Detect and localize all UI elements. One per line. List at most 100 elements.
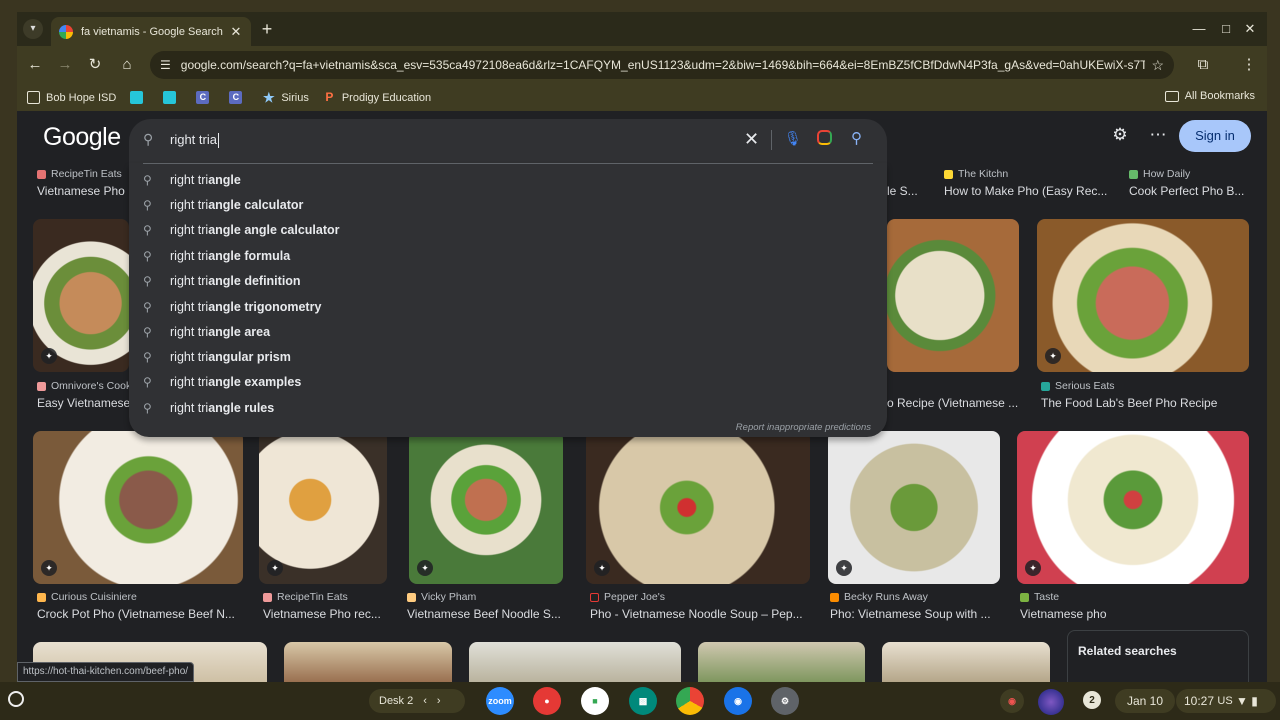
status-area[interactable]: 10:27 US ▼ ▮	[1176, 689, 1276, 713]
bookmark-icon-3[interactable]: C	[196, 91, 215, 104]
clear-search-icon[interactable]: ✕	[744, 129, 759, 150]
forward-button[interactable]: →	[55, 55, 75, 75]
c-letter-icon: C	[196, 91, 210, 104]
chrome-app-icon[interactable]	[676, 687, 704, 715]
apps-grid-icon[interactable]: ⋯	[1147, 125, 1169, 145]
result-image[interactable]: ✦	[1037, 219, 1249, 372]
screen-record-icon[interactable]: ◉	[1000, 689, 1024, 713]
recipe-fork-icon: ✦	[1045, 348, 1061, 364]
bookmark-sirius[interactable]: ★ Sirius	[262, 91, 309, 104]
result-image[interactable]	[698, 642, 865, 682]
reload-button[interactable]: ↻	[85, 55, 105, 75]
extensions-icon[interactable]: ⧉	[1193, 55, 1213, 75]
avatar[interactable]	[1038, 689, 1064, 715]
settings-app-icon[interactable]: ⚙	[771, 687, 799, 715]
result-caption[interactable]: Vietnamese pho	[1020, 607, 1180, 621]
search-icon: ⚲	[143, 324, 152, 339]
search-submit-icon[interactable]: ⚲	[851, 129, 862, 147]
result-image[interactable]: ✦	[33, 219, 129, 372]
result-image[interactable]	[284, 642, 452, 682]
result-image[interactable]: ✦	[409, 431, 563, 584]
suggestion-item[interactable]: ⚲ right triangle trigonometry	[129, 294, 887, 319]
result-image[interactable]: ✦	[259, 431, 387, 584]
related-searches-title: Related searches	[1078, 644, 1177, 658]
result-caption[interactable]: Vietnamese Pho rec...	[263, 607, 393, 621]
maximize-button[interactable]: □	[1219, 21, 1233, 36]
url-text[interactable]: google.com/search?q=fa+vietnamis&sca_esv…	[181, 58, 1146, 72]
calendar-date[interactable]: Jan 10	[1115, 689, 1176, 713]
slides-app-icon[interactable]: ■	[581, 687, 609, 715]
result-caption[interactable]: o Recipe (Vietnamese ...	[887, 396, 1032, 410]
search-icon: ⚲	[143, 248, 152, 263]
bookmark-icon-4[interactable]: C	[229, 91, 248, 104]
result-caption[interactable]: Crock Pot Pho (Vietnamese Beef N...	[37, 607, 242, 621]
google-logo[interactable]: Google	[43, 123, 121, 152]
suggestion-item[interactable]: ⚲ right triangle rules	[129, 395, 887, 420]
classroom-app-icon[interactable]: ▩	[629, 687, 657, 715]
search-icon: ⚲	[143, 349, 152, 364]
result-image[interactable]: ✦	[33, 431, 243, 584]
bookmark-square-icon	[130, 91, 144, 104]
zoom-app-icon[interactable]: zoom	[486, 687, 514, 715]
result-caption[interactable]: Cook Perfect Pho B...	[1129, 184, 1254, 198]
launcher-icon[interactable]	[8, 691, 24, 707]
result-source: Curious Cuisiniere	[37, 591, 137, 603]
menu-kebab-icon[interactable]: ⋮	[1239, 55, 1259, 75]
suggestion-item[interactable]: ⚲ right triangle examples	[129, 369, 887, 394]
voice-search-icon[interactable]: 🎙	[784, 130, 802, 147]
result-caption[interactable]: How to Make Pho (Easy Rec...	[944, 184, 1114, 198]
google-lens-icon[interactable]	[817, 130, 832, 145]
prodigy-icon: P	[325, 90, 334, 104]
notification-count-badge[interactable]: 2	[1083, 691, 1101, 709]
search-input[interactable]: right tria	[170, 132, 219, 149]
suggestion-item[interactable]: ⚲ right triangle area	[129, 319, 887, 344]
result-image[interactable]: ✦	[828, 431, 1000, 584]
result-image[interactable]: ✦	[1017, 431, 1249, 584]
result-image[interactable]	[882, 642, 1050, 682]
suggestion-item[interactable]: ⚲ right triangle	[129, 167, 887, 192]
result-caption[interactable]: le S...	[887, 184, 927, 198]
address-bar[interactable]: ☰ google.com/search?q=fa+vietnamis&sca_e…	[150, 51, 1174, 79]
bookmark-bob-hope[interactable]: Bob Hope ISD	[27, 91, 116, 104]
suggestion-item[interactable]: ⚲ right triangle calculator	[129, 192, 887, 217]
suggestion-item[interactable]: ⚲ right triangular prism	[129, 344, 887, 369]
tab-search-button[interactable]: ▾	[23, 19, 43, 39]
battery-icon: ▮	[1251, 694, 1258, 708]
chromeos-shelf: Desk 2 ‹ › zoom ● ■ ▩ ◉ ⚙ ◉ 2 Jan 10 10:…	[0, 682, 1280, 720]
result-caption[interactable]: Pho - Vietnamese Noodle Soup – Pep...	[590, 607, 810, 621]
all-bookmarks-button[interactable]: All Bookmarks	[1164, 90, 1255, 102]
desk-switcher[interactable]: Desk 2 ‹ ›	[369, 689, 465, 713]
minimize-button[interactable]: —	[1192, 21, 1206, 36]
sign-in-button[interactable]: Sign in	[1179, 120, 1251, 152]
result-image[interactable]: ✦	[586, 431, 810, 584]
suggestion-item[interactable]: ⚲ right triangle formula	[129, 243, 887, 268]
suggestion-item[interactable]: ⚲ right triangle angle calculator	[129, 217, 887, 242]
chevron-right-icon[interactable]: ›	[437, 695, 441, 707]
back-button[interactable]: ←	[25, 55, 45, 75]
bookmark-prodigy[interactable]: P Prodigy Education	[323, 91, 431, 104]
suggestion-item[interactable]: ⚲ right triangle definition	[129, 268, 887, 293]
bookmark-icon-2[interactable]	[163, 91, 182, 104]
recipe-fork-icon: ✦	[41, 348, 57, 364]
result-caption[interactable]: Pho: Vietnamese Soup with ...	[830, 607, 1000, 621]
close-window-button[interactable]: ✕	[1243, 21, 1257, 37]
bookmark-icon-1[interactable]	[130, 91, 149, 104]
result-image[interactable]	[469, 642, 681, 682]
result-caption[interactable]: Vietnamese Beef Noodle S...	[407, 607, 567, 621]
home-button[interactable]: ⌂	[117, 55, 137, 75]
search-icon: ⚲	[143, 273, 152, 288]
result-caption[interactable]: Easy Vietnamese	[37, 396, 132, 410]
tab-close-icon[interactable]: ✕	[229, 24, 243, 40]
tab-active[interactable]: fa vietnamis - Google Search ✕	[51, 17, 251, 46]
report-predictions-link[interactable]: Report inappropriate predictions	[736, 422, 871, 433]
site-info-icon[interactable]: ☰	[160, 58, 171, 72]
bookmark-star-icon[interactable]: ☆	[1151, 57, 1164, 74]
search-box[interactable]: ⚲ right tria ✕ 🎙 ⚲	[129, 119, 887, 163]
result-caption[interactable]: The Food Lab's Beef Pho Recipe	[1041, 396, 1241, 410]
camera-app-icon[interactable]: ◉	[724, 687, 752, 715]
paint-app-icon[interactable]: ●	[533, 687, 561, 715]
chevron-left-icon[interactable]: ‹	[423, 695, 427, 707]
settings-gear-icon[interactable]: ⚙	[1109, 125, 1131, 145]
result-image[interactable]	[887, 219, 1019, 372]
new-tab-button[interactable]: +	[257, 19, 277, 39]
